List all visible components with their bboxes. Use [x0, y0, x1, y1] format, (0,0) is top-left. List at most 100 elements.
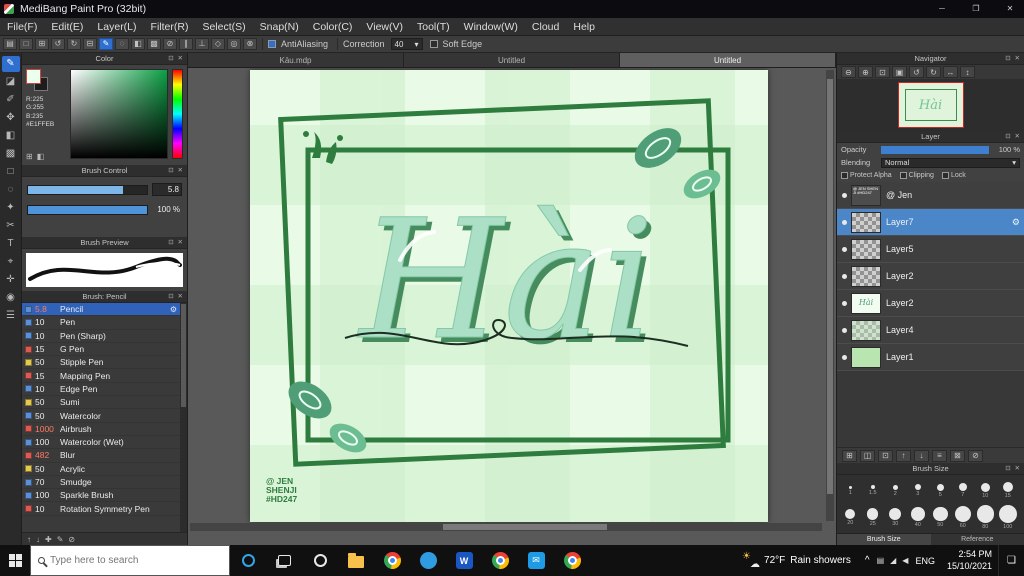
- maximize-button[interactable]: ❐: [962, 0, 990, 18]
- move-brush-down-icon[interactable]: ↓: [36, 535, 40, 544]
- menu-item[interactable]: View(V): [359, 21, 410, 33]
- lock-checkbox[interactable]: Lock: [941, 172, 966, 179]
- freehand-brush-icon[interactable]: ✎: [99, 38, 113, 50]
- pen-tool[interactable]: ✐: [2, 92, 20, 108]
- brush-size-preset[interactable]: 1.5: [862, 477, 885, 504]
- menu-item[interactable]: Snap(N): [253, 21, 306, 33]
- document-tab[interactable]: Untitled: [404, 53, 620, 67]
- menu-item[interactable]: Edit(E): [44, 21, 90, 33]
- move-layer-up-button[interactable]: ↑: [896, 449, 911, 462]
- panel-controls[interactable]: ⊡ ✕: [168, 165, 184, 177]
- clipping-checkbox[interactable]: Clipping: [899, 172, 934, 179]
- brush-item[interactable]: 482 Blur: [22, 449, 187, 463]
- polyline-tool-icon[interactable]: ◧: [131, 38, 145, 50]
- brush-size-preset[interactable]: 80: [974, 504, 997, 531]
- color-bar-icon[interactable]: ◧: [37, 152, 45, 161]
- language-indicator[interactable]: ENG: [915, 556, 935, 566]
- brush-size-preset[interactable]: 30: [884, 504, 907, 531]
- brush-item[interactable]: 50 Watercolor: [22, 409, 187, 423]
- brush-size-preset[interactable]: 40: [907, 504, 930, 531]
- open-file-icon[interactable]: □: [19, 38, 33, 50]
- grid-tool-icon[interactable]: ▩: [147, 38, 161, 50]
- snap-parallel-icon[interactable]: ∥: [179, 38, 193, 50]
- brush-size-preset[interactable]: 100: [997, 504, 1020, 531]
- start-button[interactable]: [0, 545, 30, 576]
- opera-icon[interactable]: [302, 545, 338, 576]
- snap-off-icon[interactable]: ⊘: [163, 38, 177, 50]
- brush-item[interactable]: 100 Sparkle Brush: [22, 489, 187, 503]
- add-layer-button[interactable]: ⊞: [842, 449, 857, 462]
- brush-item[interactable]: 10 Pen (Sharp): [22, 330, 187, 343]
- actual-size-icon[interactable]: ▣: [892, 66, 907, 78]
- layer-visibility-toggle[interactable]: [837, 246, 851, 252]
- brush-list-scrollbar[interactable]: [180, 303, 187, 532]
- flip-horizontal-icon[interactable]: ↔: [943, 66, 958, 78]
- rotate-left-icon[interactable]: ↺: [909, 66, 924, 78]
- soft-edge-checkbox[interactable]: [429, 40, 438, 48]
- brush-size-preset[interactable]: 50: [929, 504, 952, 531]
- palette-icon[interactable]: ⊞: [26, 152, 33, 161]
- transform-icon[interactable]: ⊟: [83, 38, 97, 50]
- pan-tool[interactable]: ☰: [2, 308, 20, 324]
- fill-tool[interactable]: ◧: [2, 128, 20, 144]
- reset-view-icon[interactable]: ↕: [960, 66, 975, 78]
- menu-item[interactable]: Layer(L): [90, 21, 143, 33]
- eyedropper-tool[interactable]: ◉: [2, 290, 20, 306]
- cortana-icon[interactable]: [230, 545, 266, 576]
- layer-visibility-toggle[interactable]: [837, 219, 851, 225]
- minimize-button[interactable]: ─: [928, 0, 956, 18]
- select-pen-tool[interactable]: ✂: [2, 218, 20, 234]
- brush-size-preset[interactable]: 1: [839, 477, 862, 504]
- save-icon[interactable]: ⊞: [35, 38, 49, 50]
- layer-row[interactable]: Layer7 ⚙: [837, 209, 1024, 236]
- layer-visibility-toggle[interactable]: [837, 300, 851, 306]
- volume-icon[interactable]: ◀: [902, 556, 908, 565]
- layer-visibility-toggle[interactable]: [837, 192, 851, 198]
- line-tool-icon[interactable]: ◌: [115, 38, 129, 50]
- lasso-tool[interactable]: ◌: [2, 182, 20, 198]
- blending-dropdown[interactable]: Normal ▾: [881, 157, 1020, 168]
- panel-controls[interactable]: ⊡ ✕: [1005, 463, 1021, 475]
- anti-aliasing-checkbox[interactable]: [268, 40, 276, 48]
- brush-item[interactable]: 15 G Pen: [22, 343, 187, 357]
- network-icon[interactable]: ◢: [890, 556, 896, 565]
- menu-item[interactable]: File(F): [0, 21, 44, 33]
- add-brush-icon[interactable]: ✚: [45, 535, 52, 544]
- brush-size-preset[interactable]: 2: [884, 477, 907, 504]
- vertical-scrollbar[interactable]: [826, 70, 834, 521]
- undo-icon[interactable]: ↺: [51, 38, 65, 50]
- operation-tool[interactable]: ⌖: [2, 254, 20, 270]
- brush-opacity-slider[interactable]: [27, 204, 148, 215]
- word-icon[interactable]: W: [446, 545, 482, 576]
- merge-layer-button[interactable]: ≡: [932, 449, 947, 462]
- brush-item[interactable]: 10 Rotation Symmetry Pen: [22, 502, 187, 516]
- brush-tool[interactable]: ✎: [1, 56, 20, 72]
- brush-item[interactable]: 50 Sumi: [22, 396, 187, 410]
- move-layer-down-button[interactable]: ↓: [914, 449, 929, 462]
- layer-row[interactable]: Layer5: [837, 236, 1024, 263]
- tray-expand-icon[interactable]: ^: [865, 555, 870, 566]
- select-tool[interactable]: □: [2, 164, 20, 180]
- navigator-thumbnail[interactable]: Hài: [897, 82, 964, 128]
- delete-brush-icon[interactable]: ⊘: [68, 535, 75, 544]
- delete-layer-button[interactable]: ⊘: [968, 449, 983, 462]
- menu-item[interactable]: Cloud: [525, 21, 566, 33]
- brush-item[interactable]: 5.8 Pencil ⚙: [22, 303, 187, 317]
- brush-item[interactable]: 100 Watercolor (Wet): [22, 436, 187, 450]
- canvas-workspace[interactable]: Hài Hài @ JEN SHENJI #HD247: [188, 68, 836, 545]
- panel-controls[interactable]: ⊡ ✕: [168, 291, 184, 303]
- brush-item[interactable]: 10 Pen: [22, 316, 187, 330]
- brush-item[interactable]: 70 Smudge: [22, 476, 187, 490]
- tab-brush-size[interactable]: Brush Size: [837, 534, 931, 545]
- brush-item[interactable]: 10 Edge Pen: [22, 383, 187, 397]
- snap-curve-icon[interactable]: ⊗: [243, 38, 257, 50]
- brush-item[interactable]: 50 Acrylic: [22, 463, 187, 476]
- layer-row[interactable]: Layer4: [837, 317, 1024, 344]
- magic-wand-tool[interactable]: ✦: [2, 200, 20, 216]
- duplicate-layer-button[interactable]: ⊡: [878, 449, 893, 462]
- rotate-right-icon[interactable]: ↻: [926, 66, 941, 78]
- brush-settings-icon[interactable]: ⚙: [170, 305, 177, 314]
- eraser-tool[interactable]: ◪: [2, 74, 20, 90]
- edit-brush-icon[interactable]: ✎: [57, 535, 64, 544]
- layer-row[interactable]: Layer1: [837, 344, 1024, 371]
